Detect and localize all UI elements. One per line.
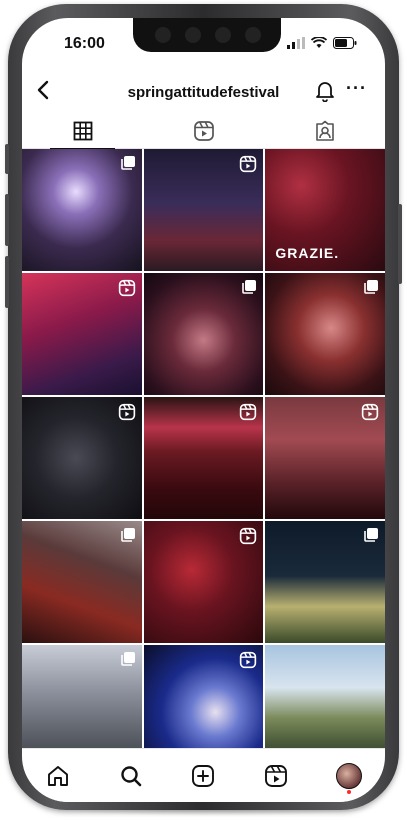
- bell-icon[interactable]: [315, 80, 335, 102]
- post-thumbnail[interactable]: [265, 521, 385, 643]
- post-thumbnail[interactable]: [143, 397, 264, 519]
- post-thumbnail[interactable]: [22, 397, 142, 519]
- profile-avatar: [335, 763, 362, 789]
- carousel-badge-icon: [120, 527, 136, 548]
- reel-badge-icon: [361, 403, 379, 426]
- reel-badge-icon: [239, 527, 257, 550]
- sensor-dot: [215, 27, 231, 43]
- notch: [133, 18, 281, 52]
- reel-badge-icon: [118, 279, 136, 302]
- home-icon: [48, 766, 69, 786]
- post-overlay-text: GRAZIE.: [275, 245, 340, 261]
- create-post-icon: [192, 765, 215, 787]
- search-icon: [121, 766, 142, 787]
- power-button: [398, 204, 402, 284]
- profile-header: springattitudefestival ···: [22, 74, 385, 110]
- tab-tagged[interactable]: [264, 114, 385, 148]
- sensor-dot: [245, 27, 261, 43]
- volume-down-button: [5, 256, 9, 308]
- mute-switch: [5, 144, 9, 174]
- post-thumbnail[interactable]: [143, 149, 264, 271]
- carousel-badge-icon: [363, 527, 379, 548]
- post-thumbnail[interactable]: [143, 273, 264, 395]
- post-thumbnail[interactable]: [22, 521, 142, 643]
- notification-dot: [346, 790, 351, 794]
- nav-create[interactable]: [183, 756, 223, 796]
- post-thumbnail[interactable]: [143, 521, 264, 643]
- carousel-badge-icon: [120, 651, 136, 672]
- nav-profile[interactable]: [329, 756, 369, 796]
- post-thumbnail[interactable]: [265, 397, 385, 519]
- nav-home[interactable]: [38, 756, 78, 796]
- tab-grid[interactable]: [22, 114, 143, 149]
- grid-icon: [73, 121, 92, 141]
- status-bar: 16:00: [22, 18, 385, 68]
- carousel-badge-icon: [363, 279, 379, 300]
- tagged-icon: [315, 120, 334, 141]
- post-thumbnail[interactable]: [265, 273, 385, 395]
- carousel-badge-icon: [241, 279, 257, 300]
- post-thumbnail[interactable]: [22, 273, 142, 395]
- battery-icon: [333, 37, 357, 49]
- volume-up-button: [5, 194, 9, 246]
- reel-badge-icon: [239, 403, 257, 426]
- more-options-button[interactable]: ···: [346, 78, 367, 99]
- reel-badge-icon: [239, 155, 257, 178]
- wifi-icon: [311, 37, 327, 48]
- nav-reels[interactable]: [256, 756, 296, 796]
- nav-search[interactable]: [111, 756, 151, 796]
- reel-badge-icon: [239, 651, 257, 674]
- reels-icon: [193, 121, 214, 141]
- status-icons: [287, 37, 357, 49]
- tab-reels[interactable]: [143, 114, 264, 148]
- sensor-dot: [185, 27, 201, 43]
- carousel-badge-icon: [120, 155, 136, 176]
- post-thumbnail[interactable]: [22, 149, 142, 271]
- posts-grid: GRAZIE.: [22, 149, 385, 767]
- profile-tabs: [22, 114, 385, 149]
- post-thumbnail[interactable]: GRAZIE.: [265, 149, 385, 271]
- phone-screen: 16:00 springattitudefestival ··· GRAZIE.: [22, 18, 385, 802]
- signal-icon: [287, 37, 305, 49]
- camera-dot: [155, 27, 171, 43]
- status-time: 16:00: [64, 35, 105, 52]
- bottom-nav: [22, 748, 385, 802]
- reel-badge-icon: [118, 403, 136, 426]
- reels-icon: [265, 765, 288, 787]
